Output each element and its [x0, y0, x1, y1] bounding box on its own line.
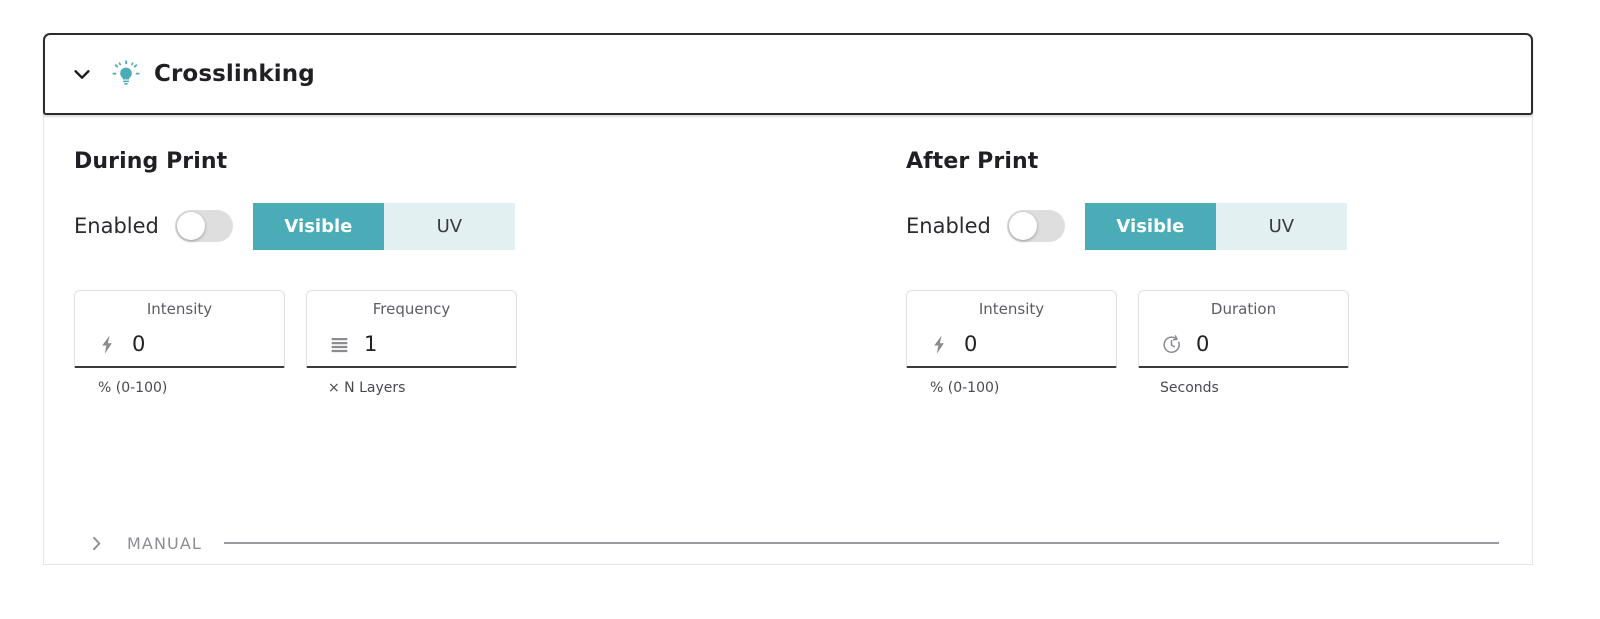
chevron-right-icon[interactable]	[88, 535, 105, 552]
page-title: Crosslinking	[154, 61, 315, 87]
enabled-row-during-print: Enabled Visible UV	[74, 202, 538, 250]
layers-icon	[331, 338, 348, 353]
section-during-print: During Print Enabled Visible UV Intensit…	[74, 149, 538, 396]
mode-button-visible-after-print[interactable]: Visible	[1084, 202, 1216, 250]
field-value: 0	[132, 332, 146, 356]
duration-input-after-print[interactable]: Duration 0	[1138, 290, 1349, 368]
field-label: Intensity	[146, 300, 213, 318]
field-helper-text: × N Layers	[328, 380, 406, 396]
field-label: Frequency	[372, 300, 451, 318]
field-label: Duration	[1210, 300, 1277, 318]
section-title-after-print: After Print	[906, 149, 1039, 174]
field-duration-after-print: Duration 0 Seconds	[1138, 290, 1349, 396]
crosslinking-screen: Crosslinking During Print Enabled Visibl…	[0, 0, 1600, 619]
fields-row-after-print: Intensity 0 % (0-100) Duration 0 Seconds	[906, 290, 1370, 396]
field-value: 0	[1196, 332, 1210, 356]
field-intensity-during-print: Intensity 0 % (0-100)	[74, 290, 285, 396]
mode-segmented-during-print: Visible UV	[252, 202, 515, 250]
toggle-knob	[176, 212, 205, 240]
enabled-label-during-print: Enabled	[74, 214, 159, 238]
enabled-toggle-during-print[interactable]	[174, 210, 233, 242]
toggle-knob	[1008, 212, 1037, 240]
field-value-row: 0	[97, 334, 145, 355]
manual-section-label: MANUAL	[127, 533, 202, 553]
intensity-input-after-print[interactable]: Intensity 0	[906, 290, 1117, 368]
field-intensity-after-print: Intensity 0 % (0-100)	[906, 290, 1117, 396]
crosslinking-panel-header[interactable]: Crosslinking	[43, 33, 1533, 115]
mode-button-uv-after-print[interactable]: UV	[1215, 202, 1347, 250]
mode-button-uv-during-print[interactable]: UV	[383, 202, 515, 250]
mode-button-visible-during-print[interactable]: Visible	[252, 202, 384, 250]
frequency-input-during-print[interactable]: Frequency 1	[306, 290, 517, 368]
lightbulb-icon	[112, 60, 140, 85]
manual-section-divider	[223, 542, 1499, 544]
manual-section-header[interactable]: MANUAL	[88, 531, 1499, 555]
lightning-bolt-icon	[934, 335, 944, 354]
field-label: Intensity	[978, 300, 1045, 318]
field-value-row: 0	[929, 334, 977, 355]
field-frequency-during-print: Frequency 1 × N Layers	[306, 290, 517, 396]
intensity-input-during-print[interactable]: Intensity 0	[74, 290, 285, 368]
crosslinking-panel-body: During Print Enabled Visible UV Intensit…	[43, 113, 1533, 565]
field-helper-text: % (0-100)	[98, 380, 168, 396]
timer-icon	[1163, 335, 1180, 353]
section-title-during-print: During Print	[74, 149, 228, 174]
mode-segmented-after-print: Visible UV	[1084, 202, 1347, 250]
field-helper-text: % (0-100)	[930, 380, 1000, 396]
lightning-bolt-icon	[102, 335, 112, 354]
enabled-label-after-print: Enabled	[906, 214, 991, 238]
field-value-row: 1	[329, 334, 377, 355]
field-value: 1	[364, 332, 378, 356]
fields-row-during-print: Intensity 0 % (0-100) Frequency 1 × N La…	[74, 290, 538, 396]
chevron-down-icon[interactable]	[71, 63, 93, 85]
field-value-row: 0	[1161, 334, 1209, 355]
crosslinking-panel: Crosslinking During Print Enabled Visibl…	[43, 33, 1533, 565]
enabled-toggle-after-print[interactable]	[1006, 210, 1065, 242]
field-value: 0	[964, 332, 978, 356]
section-after-print: After Print Enabled Visible UV Intensity…	[906, 149, 1370, 396]
field-helper-text: Seconds	[1160, 380, 1219, 396]
enabled-row-after-print: Enabled Visible UV	[906, 202, 1370, 250]
